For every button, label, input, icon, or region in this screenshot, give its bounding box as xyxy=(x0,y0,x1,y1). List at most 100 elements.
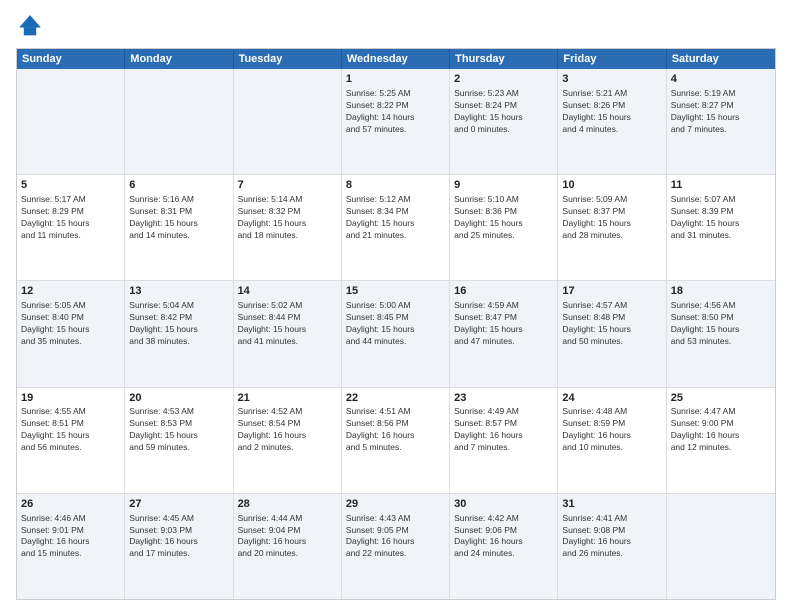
day-number: 5 xyxy=(21,178,120,193)
day-number: 14 xyxy=(238,284,337,299)
cell-info: Sunrise: 5:02 AM Sunset: 8:44 PM Dayligh… xyxy=(238,300,337,348)
cell-info: Sunrise: 5:04 AM Sunset: 8:42 PM Dayligh… xyxy=(129,300,228,348)
cal-cell: 31Sunrise: 4:41 AM Sunset: 9:08 PM Dayli… xyxy=(558,494,666,599)
cal-cell: 5Sunrise: 5:17 AM Sunset: 8:29 PM Daylig… xyxy=(17,175,125,280)
header xyxy=(16,12,776,40)
day-number: 20 xyxy=(129,391,228,406)
cell-info: Sunrise: 4:53 AM Sunset: 8:53 PM Dayligh… xyxy=(129,406,228,454)
day-number: 1 xyxy=(346,72,445,87)
cal-cell: 19Sunrise: 4:55 AM Sunset: 8:51 PM Dayli… xyxy=(17,388,125,493)
cell-info: Sunrise: 4:52 AM Sunset: 8:54 PM Dayligh… xyxy=(238,406,337,454)
cal-cell: 8Sunrise: 5:12 AM Sunset: 8:34 PM Daylig… xyxy=(342,175,450,280)
cell-info: Sunrise: 4:41 AM Sunset: 9:08 PM Dayligh… xyxy=(562,513,661,561)
cell-info: Sunrise: 5:09 AM Sunset: 8:37 PM Dayligh… xyxy=(562,194,661,242)
cal-cell xyxy=(667,494,775,599)
cell-info: Sunrise: 4:43 AM Sunset: 9:05 PM Dayligh… xyxy=(346,513,445,561)
cell-info: Sunrise: 5:05 AM Sunset: 8:40 PM Dayligh… xyxy=(21,300,120,348)
cal-row-2: 12Sunrise: 5:05 AM Sunset: 8:40 PM Dayli… xyxy=(17,281,775,387)
cal-header-saturday: Saturday xyxy=(667,49,775,69)
cell-info: Sunrise: 4:57 AM Sunset: 8:48 PM Dayligh… xyxy=(562,300,661,348)
day-number: 13 xyxy=(129,284,228,299)
cal-cell: 4Sunrise: 5:19 AM Sunset: 8:27 PM Daylig… xyxy=(667,69,775,174)
cal-cell: 29Sunrise: 4:43 AM Sunset: 9:05 PM Dayli… xyxy=(342,494,450,599)
day-number: 23 xyxy=(454,391,553,406)
cell-info: Sunrise: 5:17 AM Sunset: 8:29 PM Dayligh… xyxy=(21,194,120,242)
day-number: 4 xyxy=(671,72,771,87)
day-number: 29 xyxy=(346,497,445,512)
cell-info: Sunrise: 5:10 AM Sunset: 8:36 PM Dayligh… xyxy=(454,194,553,242)
cal-cell: 22Sunrise: 4:51 AM Sunset: 8:56 PM Dayli… xyxy=(342,388,450,493)
cal-cell: 3Sunrise: 5:21 AM Sunset: 8:26 PM Daylig… xyxy=(558,69,666,174)
cal-cell: 26Sunrise: 4:46 AM Sunset: 9:01 PM Dayli… xyxy=(17,494,125,599)
day-number: 12 xyxy=(21,284,120,299)
cal-header-thursday: Thursday xyxy=(450,49,558,69)
cell-info: Sunrise: 5:00 AM Sunset: 8:45 PM Dayligh… xyxy=(346,300,445,348)
cal-cell: 30Sunrise: 4:42 AM Sunset: 9:06 PM Dayli… xyxy=(450,494,558,599)
cal-row-4: 26Sunrise: 4:46 AM Sunset: 9:01 PM Dayli… xyxy=(17,494,775,599)
cell-info: Sunrise: 4:42 AM Sunset: 9:06 PM Dayligh… xyxy=(454,513,553,561)
cell-info: Sunrise: 4:48 AM Sunset: 8:59 PM Dayligh… xyxy=(562,406,661,454)
calendar-body: 1Sunrise: 5:25 AM Sunset: 8:22 PM Daylig… xyxy=(17,69,775,599)
cal-cell: 7Sunrise: 5:14 AM Sunset: 8:32 PM Daylig… xyxy=(234,175,342,280)
cal-cell: 24Sunrise: 4:48 AM Sunset: 8:59 PM Dayli… xyxy=(558,388,666,493)
day-number: 11 xyxy=(671,178,771,193)
cell-info: Sunrise: 4:44 AM Sunset: 9:04 PM Dayligh… xyxy=(238,513,337,561)
cal-row-1: 5Sunrise: 5:17 AM Sunset: 8:29 PM Daylig… xyxy=(17,175,775,281)
cell-info: Sunrise: 4:56 AM Sunset: 8:50 PM Dayligh… xyxy=(671,300,771,348)
cal-cell: 21Sunrise: 4:52 AM Sunset: 8:54 PM Dayli… xyxy=(234,388,342,493)
day-number: 30 xyxy=(454,497,553,512)
cal-header-friday: Friday xyxy=(558,49,666,69)
day-number: 3 xyxy=(562,72,661,87)
cell-info: Sunrise: 4:55 AM Sunset: 8:51 PM Dayligh… xyxy=(21,406,120,454)
cell-info: Sunrise: 4:47 AM Sunset: 9:00 PM Dayligh… xyxy=(671,406,771,454)
cal-cell: 1Sunrise: 5:25 AM Sunset: 8:22 PM Daylig… xyxy=(342,69,450,174)
cell-info: Sunrise: 4:46 AM Sunset: 9:01 PM Dayligh… xyxy=(21,513,120,561)
day-number: 22 xyxy=(346,391,445,406)
cal-header-tuesday: Tuesday xyxy=(234,49,342,69)
day-number: 17 xyxy=(562,284,661,299)
cal-header-sunday: Sunday xyxy=(17,49,125,69)
cal-cell: 14Sunrise: 5:02 AM Sunset: 8:44 PM Dayli… xyxy=(234,281,342,386)
cal-cell: 11Sunrise: 5:07 AM Sunset: 8:39 PM Dayli… xyxy=(667,175,775,280)
cal-cell: 25Sunrise: 4:47 AM Sunset: 9:00 PM Dayli… xyxy=(667,388,775,493)
cal-cell: 2Sunrise: 5:23 AM Sunset: 8:24 PM Daylig… xyxy=(450,69,558,174)
day-number: 6 xyxy=(129,178,228,193)
cal-cell: 9Sunrise: 5:10 AM Sunset: 8:36 PM Daylig… xyxy=(450,175,558,280)
cell-info: Sunrise: 5:25 AM Sunset: 8:22 PM Dayligh… xyxy=(346,88,445,136)
cal-cell: 28Sunrise: 4:44 AM Sunset: 9:04 PM Dayli… xyxy=(234,494,342,599)
cal-cell: 16Sunrise: 4:59 AM Sunset: 8:47 PM Dayli… xyxy=(450,281,558,386)
cell-info: Sunrise: 4:51 AM Sunset: 8:56 PM Dayligh… xyxy=(346,406,445,454)
page: SundayMondayTuesdayWednesdayThursdayFrid… xyxy=(0,0,792,612)
calendar-header: SundayMondayTuesdayWednesdayThursdayFrid… xyxy=(17,49,775,69)
cell-info: Sunrise: 5:19 AM Sunset: 8:27 PM Dayligh… xyxy=(671,88,771,136)
cell-info: Sunrise: 5:14 AM Sunset: 8:32 PM Dayligh… xyxy=(238,194,337,242)
cal-cell: 18Sunrise: 4:56 AM Sunset: 8:50 PM Dayli… xyxy=(667,281,775,386)
day-number: 25 xyxy=(671,391,771,406)
cal-row-3: 19Sunrise: 4:55 AM Sunset: 8:51 PM Dayli… xyxy=(17,388,775,494)
cal-cell: 12Sunrise: 5:05 AM Sunset: 8:40 PM Dayli… xyxy=(17,281,125,386)
cell-info: Sunrise: 5:12 AM Sunset: 8:34 PM Dayligh… xyxy=(346,194,445,242)
cell-info: Sunrise: 5:16 AM Sunset: 8:31 PM Dayligh… xyxy=(129,194,228,242)
cal-cell: 15Sunrise: 5:00 AM Sunset: 8:45 PM Dayli… xyxy=(342,281,450,386)
day-number: 2 xyxy=(454,72,553,87)
day-number: 10 xyxy=(562,178,661,193)
logo xyxy=(16,12,48,40)
cell-info: Sunrise: 4:49 AM Sunset: 8:57 PM Dayligh… xyxy=(454,406,553,454)
cal-cell: 17Sunrise: 4:57 AM Sunset: 8:48 PM Dayli… xyxy=(558,281,666,386)
cell-info: Sunrise: 4:59 AM Sunset: 8:47 PM Dayligh… xyxy=(454,300,553,348)
day-number: 27 xyxy=(129,497,228,512)
day-number: 9 xyxy=(454,178,553,193)
day-number: 21 xyxy=(238,391,337,406)
day-number: 8 xyxy=(346,178,445,193)
day-number: 31 xyxy=(562,497,661,512)
day-number: 7 xyxy=(238,178,337,193)
cal-cell: 13Sunrise: 5:04 AM Sunset: 8:42 PM Dayli… xyxy=(125,281,233,386)
cal-cell xyxy=(125,69,233,174)
cal-cell: 20Sunrise: 4:53 AM Sunset: 8:53 PM Dayli… xyxy=(125,388,233,493)
cal-cell: 27Sunrise: 4:45 AM Sunset: 9:03 PM Dayli… xyxy=(125,494,233,599)
cal-cell xyxy=(234,69,342,174)
day-number: 16 xyxy=(454,284,553,299)
cal-cell: 23Sunrise: 4:49 AM Sunset: 8:57 PM Dayli… xyxy=(450,388,558,493)
day-number: 18 xyxy=(671,284,771,299)
logo-icon xyxy=(16,12,44,40)
